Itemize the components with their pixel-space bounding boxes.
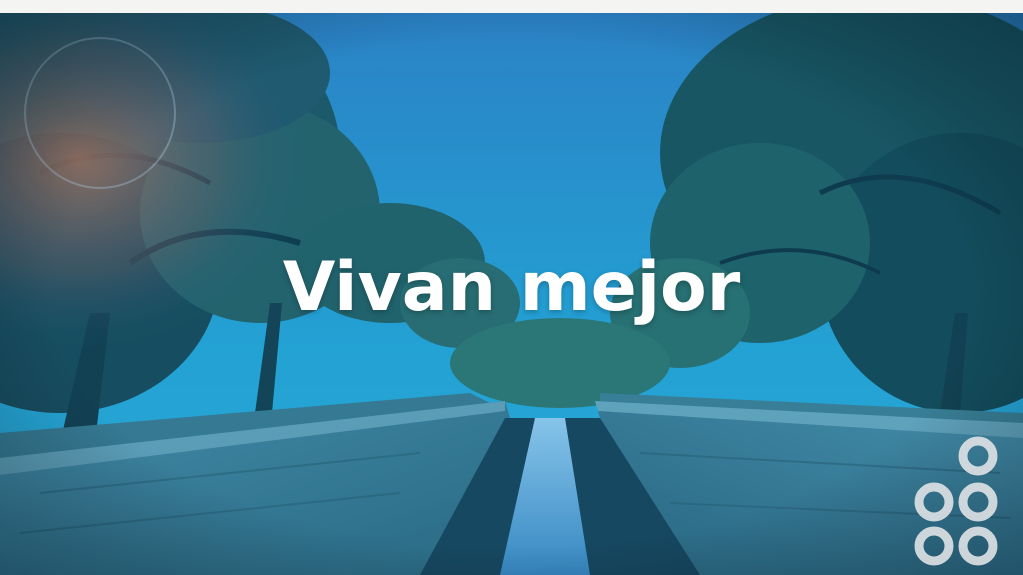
- video-frame: Vivan mejor: [0, 0, 1023, 575]
- top-border-strip: [0, 0, 1023, 13]
- rings-logo-icon: [914, 436, 998, 566]
- video-caption: Vivan mejor: [282, 248, 741, 327]
